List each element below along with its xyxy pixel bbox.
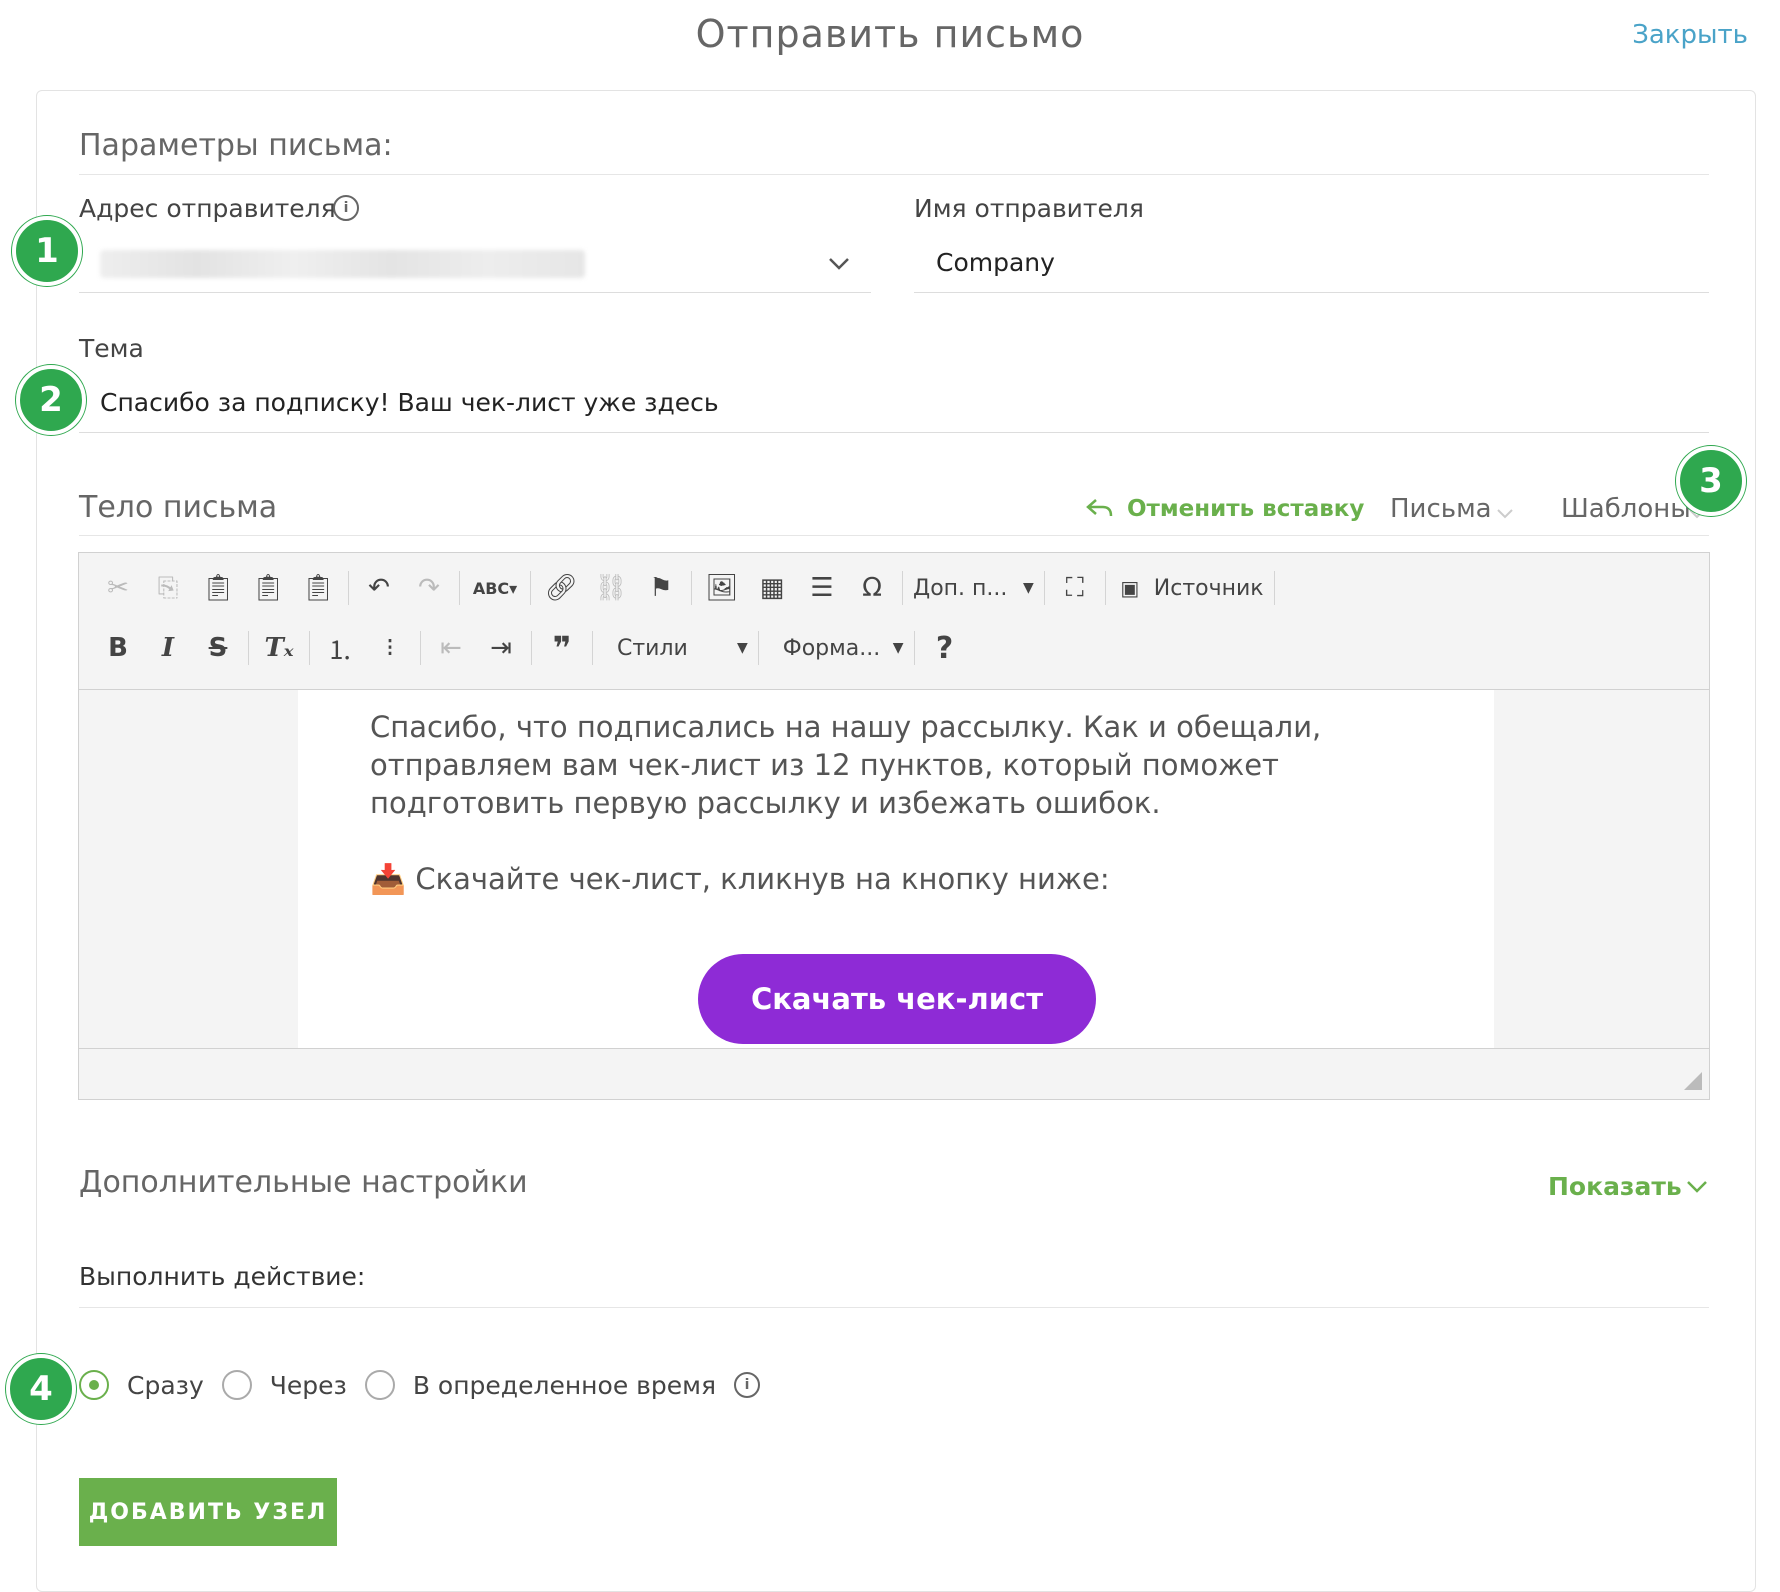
close-link[interactable]: Закрыть bbox=[1632, 20, 1748, 50]
action-label: Выполнить действие: bbox=[79, 1262, 366, 1291]
paste-icon[interactable]: 📋︎ bbox=[198, 568, 238, 608]
editor-toolbar-row-2: B I S Tₓ ⒈ ⁝ ⇤ ⇥ ❞ Стили ▼ Форма... ▼ ? bbox=[98, 628, 965, 668]
sender-name-underline bbox=[914, 292, 1709, 293]
source-icon[interactable]: ▣ bbox=[1116, 568, 1144, 608]
step-badge-1: 1 bbox=[12, 216, 82, 286]
step-badge-3: 3 bbox=[1676, 446, 1746, 516]
body-section-title: Тело письма bbox=[79, 490, 278, 525]
templates-dropdown[interactable]: Шаблоны bbox=[1561, 494, 1691, 524]
chevron-down-icon[interactable] bbox=[1686, 1178, 1708, 1198]
cut-icon[interactable]: ✂ bbox=[98, 568, 138, 608]
show-toggle[interactable]: Показать bbox=[1548, 1172, 1682, 1201]
indent-icon[interactable]: ⇥ bbox=[481, 628, 521, 668]
caret-down-icon: ▼ bbox=[1023, 580, 1034, 596]
email-download-line: 📥 Скачайте чек-лист, кликнув на кнопку н… bbox=[370, 862, 1110, 896]
radio-label[interactable]: Сразу bbox=[127, 1371, 204, 1400]
divider bbox=[79, 535, 1709, 536]
bold-icon[interactable]: B bbox=[98, 628, 138, 668]
sender-name-label: Имя отправителя bbox=[914, 194, 1144, 223]
outdent-icon[interactable]: ⇤ bbox=[431, 628, 471, 668]
image-icon[interactable]: 🖼︎ bbox=[702, 568, 742, 608]
blockquote-icon[interactable]: ❞ bbox=[542, 628, 582, 668]
toolbar-separator bbox=[248, 631, 249, 665]
redo-icon[interactable]: ↷ bbox=[409, 568, 449, 608]
more-dropdown[interactable]: Доп. п... bbox=[913, 576, 1013, 601]
toolbar-separator bbox=[309, 631, 310, 665]
toolbar-separator bbox=[913, 631, 915, 665]
page-title: Отправить письмо bbox=[695, 12, 1085, 56]
editor-toolbar-row-1: ✂ ⎘ 📋︎ 📋︎ 📋︎ ↶ ↷ ABC▾ 🔗︎ ⛓ ⚑ 🖼︎ ▦ ☰ Ω До… bbox=[98, 568, 1275, 608]
radio-after[interactable] bbox=[221, 1370, 252, 1400]
table-icon[interactable]: ▦ bbox=[752, 568, 792, 608]
radio-label[interactable]: Через bbox=[270, 1371, 347, 1400]
maximize-icon[interactable]: ⛶ bbox=[1055, 568, 1095, 608]
sender-address-label: Адрес отправителя bbox=[79, 194, 336, 223]
anchor-flag-icon[interactable]: ⚑ bbox=[641, 568, 681, 608]
format-dropdown[interactable]: Форма... bbox=[769, 636, 883, 661]
undo-paste-link[interactable]: Отменить вставку bbox=[1127, 496, 1364, 522]
paste-text-icon[interactable]: 📋︎ bbox=[248, 568, 288, 608]
toolbar-separator bbox=[1273, 571, 1275, 605]
info-icon[interactable]: i bbox=[333, 195, 359, 221]
caret-down-icon: ▼ bbox=[737, 640, 748, 656]
sender-address-select-underline[interactable] bbox=[79, 292, 871, 293]
undo-arrow-icon bbox=[1085, 494, 1115, 522]
add-node-button[interactable]: ДОБАВИТЬ УЗЕЛ bbox=[79, 1478, 337, 1546]
extra-settings-title: Дополнительные настройки bbox=[79, 1165, 528, 1200]
email-body-text[interactable]: Спасибо, что подписались на нашу рассылк… bbox=[370, 708, 1330, 898]
chevron-down-icon bbox=[1496, 505, 1514, 524]
sender-name-field[interactable]: Company bbox=[936, 248, 1055, 277]
chevron-down-icon[interactable] bbox=[826, 250, 852, 276]
toolbar-separator bbox=[459, 571, 460, 605]
radio-immediately[interactable] bbox=[79, 1370, 109, 1400]
unlink-icon[interactable]: ⛓ bbox=[591, 568, 631, 608]
radio-scheduled[interactable] bbox=[364, 1370, 395, 1400]
action-radio-group: Сразу Через В определенное время i bbox=[79, 1370, 761, 1400]
download-checklist-button[interactable]: Скачать чек-лист bbox=[698, 954, 1096, 1044]
special-char-icon[interactable]: Ω bbox=[852, 568, 892, 608]
copy-icon[interactable]: ⎘ bbox=[148, 568, 188, 608]
letters-dropdown[interactable]: Письма bbox=[1390, 494, 1492, 524]
subject-field[interactable]: Спасибо за подписку! Ваш чек-лист уже зд… bbox=[100, 388, 719, 417]
caret-down-icon: ▼ bbox=[892, 640, 904, 656]
sender-address-value-redacted bbox=[100, 250, 585, 278]
divider bbox=[79, 174, 1709, 175]
strikethrough-icon[interactable]: S bbox=[198, 628, 238, 668]
spellcheck-icon[interactable]: ABC▾ bbox=[470, 568, 520, 608]
resize-handle-icon[interactable] bbox=[1684, 1072, 1702, 1094]
paste-word-icon[interactable]: 📋︎ bbox=[298, 568, 338, 608]
undo-icon[interactable]: ↶ bbox=[359, 568, 399, 608]
source-button[interactable]: Источник bbox=[1154, 576, 1264, 601]
toolbar-separator bbox=[902, 571, 903, 605]
radio-label[interactable]: В определенное время bbox=[413, 1371, 716, 1400]
horizontal-line-icon[interactable]: ☰ bbox=[802, 568, 842, 608]
editor-footer-divider bbox=[79, 1048, 1709, 1049]
toolbar-separator bbox=[420, 631, 421, 665]
info-icon[interactable]: i bbox=[734, 1372, 761, 1398]
toolbar-separator bbox=[592, 631, 593, 665]
divider bbox=[79, 1307, 1709, 1308]
toolbar-separator bbox=[348, 571, 349, 605]
toolbar-separator bbox=[757, 631, 759, 665]
remove-format-icon[interactable]: Tₓ bbox=[259, 628, 299, 668]
step-badge-4: 4 bbox=[6, 1354, 76, 1424]
email-paragraph: Спасибо, что подписались на нашу рассылк… bbox=[370, 710, 1322, 820]
help-icon[interactable]: ? bbox=[925, 628, 965, 668]
toolbar-separator bbox=[691, 571, 692, 605]
params-section-title: Параметры письма: bbox=[79, 128, 393, 163]
styles-dropdown[interactable]: Стили bbox=[603, 636, 727, 661]
link-icon[interactable]: 🔗︎ bbox=[541, 568, 581, 608]
toolbar-separator bbox=[530, 571, 531, 605]
subject-underline bbox=[79, 432, 1709, 433]
numbered-list-icon[interactable]: ⒈ bbox=[320, 628, 360, 668]
toolbar-separator bbox=[1104, 571, 1106, 605]
bulleted-list-icon[interactable]: ⁝ bbox=[370, 628, 410, 668]
italic-icon[interactable]: I bbox=[148, 628, 188, 668]
step-badge-2: 2 bbox=[16, 365, 86, 435]
toolbar-separator bbox=[531, 631, 532, 665]
subject-label: Тема bbox=[79, 334, 144, 363]
toolbar-separator bbox=[1043, 571, 1045, 605]
